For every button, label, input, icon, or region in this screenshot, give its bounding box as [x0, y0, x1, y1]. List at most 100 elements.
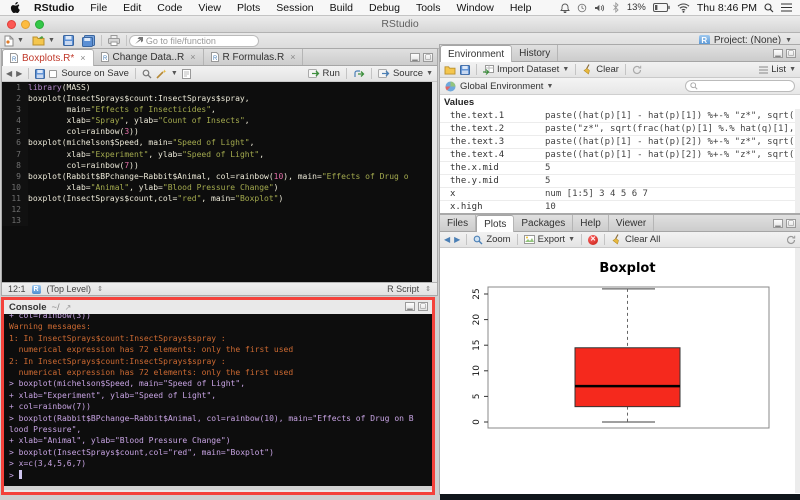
source-minimize-icon[interactable]: ▁ — [410, 53, 420, 62]
menu-plots[interactable]: Plots — [229, 0, 268, 16]
save-icon[interactable] — [35, 68, 46, 79]
global-environment-icon — [445, 81, 456, 91]
code-text: main="Effects of Insecticides", — [28, 105, 216, 115]
tab-close-icon[interactable]: × — [190, 52, 195, 62]
run-button[interactable]: Run — [307, 68, 340, 79]
goto-file-function-input[interactable]: Go to file/function — [128, 34, 259, 47]
tab-boxplots-r-[interactable]: R Boxplots.R* × — [2, 49, 94, 66]
list-view-button[interactable]: List ▼ — [759, 64, 796, 75]
next-plot-icon[interactable]: ▶ — [454, 235, 460, 244]
load-workspace-icon[interactable] — [444, 65, 456, 75]
spotlight-search-icon[interactable] — [764, 2, 774, 13]
code-editor[interactable]: 1 library(MASS) 2 boxplot(InsectSprays$coun… — [2, 82, 437, 282]
menu-tools[interactable]: Tools — [408, 0, 449, 16]
print-button[interactable] — [104, 35, 124, 46]
scope-selector[interactable]: (Top Level) — [47, 284, 92, 294]
menu-window[interactable]: Window — [448, 0, 501, 16]
tab-plots[interactable]: Plots — [476, 215, 515, 232]
tab-r-formulas-r[interactable]: R R Formulas.R × — [204, 49, 304, 65]
environment-variable-row[interactable]: the.text.3 paste((hat(p)[1] - hat(p)[2]) … — [440, 135, 800, 148]
window-title: RStudio — [381, 18, 419, 30]
environment-variable-row[interactable]: x.high 10 — [440, 200, 800, 213]
plots-maximize-icon[interactable]: ▢ — [786, 219, 796, 228]
environment-variable-row[interactable]: the.text.4 paste((hat(p)[1] - hat(p)[2]) … — [440, 148, 800, 161]
import-dataset-button[interactable]: Import Dataset ▼ — [483, 64, 569, 75]
back-icon[interactable]: ◀ — [6, 69, 12, 78]
tab-close-icon[interactable]: × — [290, 52, 295, 62]
save-workspace-icon[interactable] — [460, 64, 470, 75]
source-maximize-icon[interactable]: ▢ — [423, 53, 433, 62]
menu-debug[interactable]: Debug — [361, 0, 408, 16]
clear-environment-button[interactable]: Clear — [582, 64, 619, 75]
menu-view[interactable]: View — [190, 0, 229, 16]
refresh-icon[interactable] — [632, 65, 642, 75]
code-tools-wand-icon[interactable] — [156, 69, 167, 79]
forward-icon[interactable]: ▶ — [16, 69, 22, 78]
zoom-plot-button[interactable]: Zoom — [473, 234, 511, 245]
environment-variable-row[interactable]: x num [1:5] 3 4 5 6 7 — [440, 187, 800, 200]
compile-report-icon[interactable] — [181, 68, 191, 79]
battery-icon[interactable] — [652, 3, 670, 12]
environment-search-input[interactable] — [685, 80, 795, 92]
tab-history[interactable]: History — [512, 45, 559, 61]
environment-scope-selector[interactable]: Global Environment ▼ — [460, 81, 553, 92]
tab-viewer[interactable]: Viewer — [609, 215, 655, 231]
menu-code[interactable]: Code — [149, 0, 190, 16]
env-minimize-icon[interactable]: ▁ — [773, 49, 783, 58]
menu-rstudio[interactable]: RStudio — [26, 0, 82, 16]
volume-icon[interactable] — [594, 3, 605, 13]
tab-packages[interactable]: Packages — [514, 215, 574, 231]
remove-plot-icon[interactable]: ✕ — [588, 234, 599, 245]
console-minimize-icon[interactable]: ▁ — [405, 302, 415, 311]
env-maximize-icon[interactable]: ▢ — [786, 49, 796, 58]
doc-type-selector[interactable]: R Script — [387, 284, 419, 294]
save-button[interactable] — [59, 35, 78, 46]
save-all-button[interactable] — [78, 34, 99, 47]
svg-text:15: 15 — [472, 339, 482, 350]
apple-menu[interactable] — [0, 1, 26, 14]
wifi-icon[interactable] — [677, 2, 690, 13]
environment-variable-row[interactable]: the.y.mid 5 — [440, 174, 800, 187]
refresh-plot-icon[interactable] — [786, 235, 796, 245]
console-output[interactable]: + col=rainbow(3)) Warning messages: 1: In … — [4, 314, 432, 486]
plots-minimize-icon[interactable]: ▁ — [773, 219, 783, 228]
menubar-clock[interactable]: Thu 8:46 PM — [697, 2, 757, 14]
menu-file[interactable]: File — [82, 0, 115, 16]
open-in-new-window-icon[interactable]: ↗ — [65, 303, 72, 312]
notification-center-icon[interactable] — [781, 3, 792, 12]
tab-change-data-r[interactable]: R Change Data..R × — [94, 49, 204, 65]
tab-help[interactable]: Help — [573, 215, 609, 231]
window-zoom-button[interactable] — [35, 20, 44, 29]
environment-variable-row[interactable]: the.x.mid 5 — [440, 161, 800, 174]
time-machine-icon[interactable] — [577, 3, 587, 13]
notification-bell-icon[interactable] — [560, 3, 570, 13]
environment-variable-row[interactable]: the.text.1 paste((hat(p)[1] - hat(p)[1]) … — [440, 109, 800, 122]
environment-pane: Environment History ▁ ▢ Import Dataset ▼ … — [440, 45, 800, 213]
plots-scrollbar[interactable] — [795, 248, 800, 493]
clear-all-plots-button[interactable]: Clear All — [611, 234, 660, 245]
window-close-button[interactable] — [7, 20, 16, 29]
editor-scrollbar[interactable] — [432, 82, 437, 282]
console-maximize-icon[interactable]: ▢ — [418, 302, 428, 311]
open-file-button[interactable]: ▼ — [28, 35, 59, 46]
rerun-button[interactable] — [353, 69, 365, 79]
tab-environment[interactable]: Environment — [440, 45, 513, 62]
export-plot-button[interactable]: Export ▼ — [523, 234, 575, 245]
environment-scrollbar[interactable] — [795, 109, 800, 213]
menu-help[interactable]: Help — [502, 0, 540, 16]
environment-variable-row[interactable]: the.text.2 paste("z*", sqrt(frac(hat(p)[1… — [440, 122, 800, 135]
find-icon[interactable] — [142, 69, 152, 79]
previous-plot-icon[interactable]: ◀ — [444, 235, 450, 244]
source-on-save-checkbox[interactable] — [49, 69, 58, 78]
window-minimize-button[interactable] — [21, 20, 30, 29]
menu-edit[interactable]: Edit — [115, 0, 149, 16]
menu-session[interactable]: Session — [268, 0, 321, 16]
tab-files[interactable]: Files — [440, 215, 477, 231]
new-file-button[interactable]: ▼ — [0, 35, 28, 47]
variable-name: the.text.2 — [450, 124, 505, 134]
source-button[interactable]: Source ▼ — [377, 68, 433, 79]
tab-close-icon[interactable]: × — [80, 53, 85, 63]
menu-build[interactable]: Build — [322, 0, 361, 16]
bluetooth-icon[interactable] — [612, 2, 620, 13]
console-hscrollbar[interactable] — [4, 486, 432, 490]
